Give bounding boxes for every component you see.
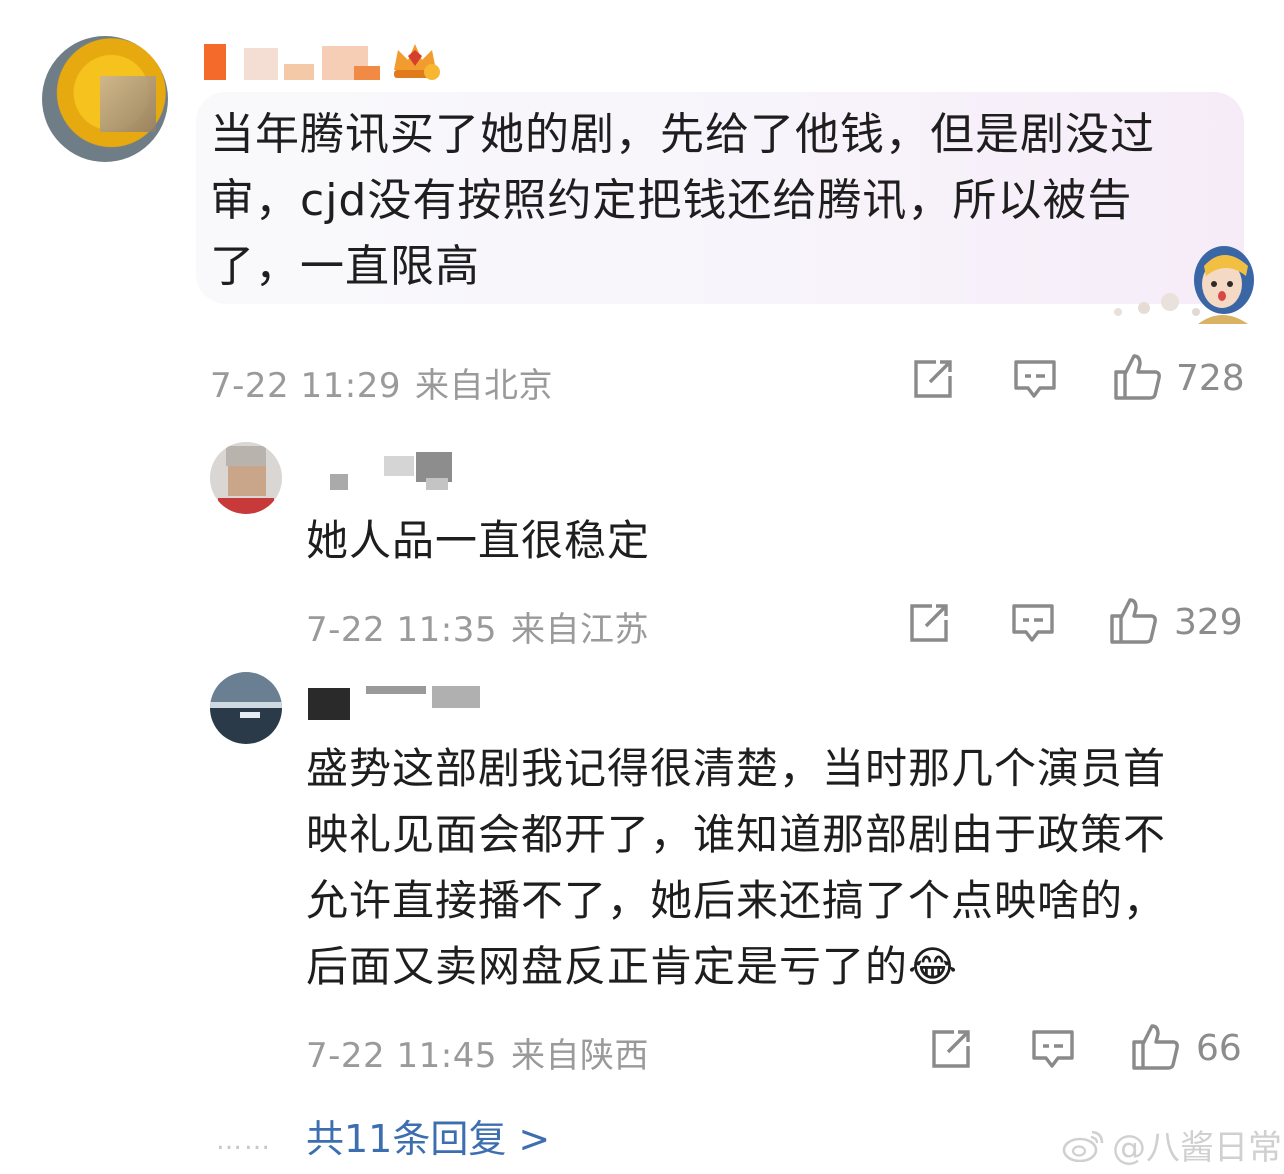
main-comment-meta: 7-22 11:29 来自北京 (210, 358, 553, 407)
comment-location: 来自陕西 (510, 1036, 649, 1076)
more-replies-dots: …… (216, 1126, 272, 1156)
thumbs-up-icon[interactable] (1108, 596, 1158, 646)
crown-badge-icon (394, 44, 440, 80)
thumbs-up-icon[interactable] (1112, 352, 1162, 402)
username-mosaic (308, 686, 480, 720)
reply-avatar[interactable] (210, 672, 282, 744)
reply-username-blurred[interactable] (326, 452, 456, 490)
reply-meta: 7-22 11:45 来自陕西 (306, 1028, 649, 1077)
avatar-seascape (210, 672, 282, 744)
comment-location: 来自北京 (414, 366, 553, 406)
comment-location: 来自江苏 (510, 610, 649, 650)
watermark: @八酱日常 (1062, 1120, 1282, 1169)
watermark-handle: @八酱日常 (1112, 1128, 1282, 1168)
reply-meta: 7-22 11:35 来自江苏 (306, 602, 649, 651)
username-mosaic (330, 452, 452, 490)
repost-icon[interactable] (910, 356, 956, 402)
comment-time: 7-22 11:45 (306, 1036, 497, 1076)
comment-thread: 当年腾讯买了她的剧，先给了他钱，但是剧没过审，cjd没有按照约定把钱还给腾讯，所… (0, 0, 1284, 1174)
reply-text: 盛势这部剧我记得很清楚，当时那几个演员首映礼见面会都开了，谁知道那部剧由于政策不… (306, 736, 1206, 1000)
laughing-tears-emoji-icon: 😂 (908, 942, 959, 991)
bubble-decoration-girl-icon (1114, 246, 1254, 324)
comment-icon[interactable] (1030, 1026, 1076, 1072)
avatar-mosaic (210, 442, 282, 514)
comment-icon[interactable] (1010, 600, 1056, 646)
comment-icon[interactable] (1012, 356, 1058, 402)
repost-icon[interactable] (928, 1026, 974, 1072)
like-count: 66 (1196, 1028, 1242, 1069)
reply-text-body: 盛势这部剧我记得很清楚，当时那几个演员首映礼见面会都开了，谁知道那部剧由于政策不… (306, 744, 1167, 991)
thumbs-up-icon[interactable] (1130, 1022, 1180, 1072)
reply-username-blurred[interactable] (306, 680, 496, 720)
username-blurred[interactable] (204, 44, 384, 80)
comment-time: 7-22 11:29 (210, 366, 401, 406)
comment-time: 7-22 11:35 (306, 610, 497, 650)
reply-text: 她人品一直很稳定 (306, 516, 651, 565)
repost-icon[interactable] (906, 600, 952, 646)
reply-avatar[interactable] (210, 442, 282, 514)
avatar-blur-mask (100, 76, 156, 132)
main-comment-text: 当年腾讯买了她的剧，先给了他钱，但是剧没过审，cjd没有按照约定把钱还给腾讯，所… (210, 109, 1155, 292)
view-more-replies-link[interactable]: 共11条回复 > (306, 1108, 550, 1163)
like-count: 329 (1174, 602, 1243, 643)
username-mosaic (204, 44, 380, 80)
like-count: 728 (1176, 358, 1245, 399)
weibo-logo-icon (1062, 1130, 1104, 1162)
avatar-main-commenter[interactable] (42, 36, 168, 162)
